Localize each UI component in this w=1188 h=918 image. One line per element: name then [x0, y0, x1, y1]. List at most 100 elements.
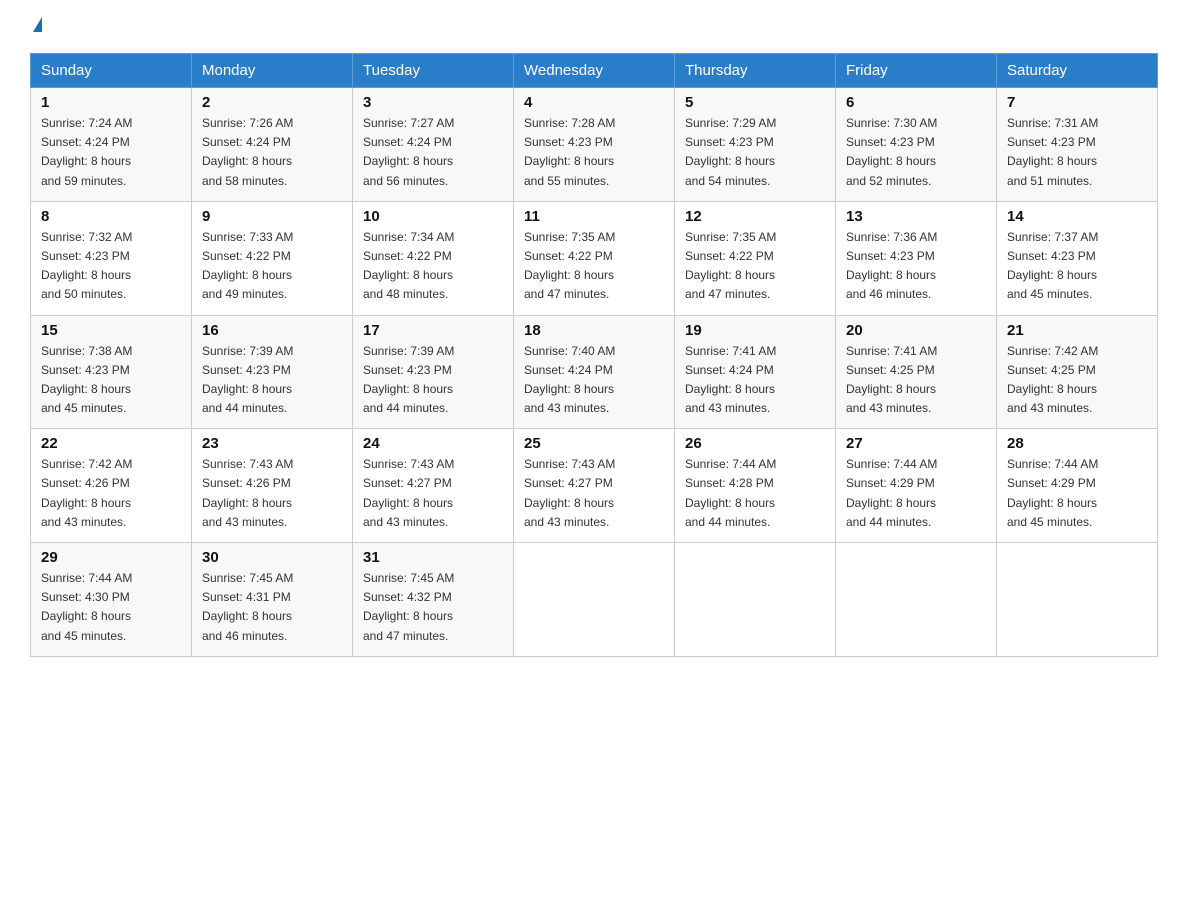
calendar-cell	[836, 543, 997, 657]
day-info: Sunrise: 7:44 AMSunset: 4:28 PMDaylight:…	[685, 455, 825, 532]
day-number: 8	[41, 208, 181, 225]
day-number: 29	[41, 549, 181, 566]
calendar-cell: 25 Sunrise: 7:43 AMSunset: 4:27 PMDayligh…	[514, 429, 675, 543]
calendar-cell	[675, 543, 836, 657]
day-number: 14	[1007, 208, 1147, 225]
day-number: 3	[363, 94, 503, 111]
day-number: 7	[1007, 94, 1147, 111]
calendar-cell: 2 Sunrise: 7:26 AMSunset: 4:24 PMDaylight…	[192, 88, 353, 202]
header-day-wednesday: Wednesday	[514, 54, 675, 88]
calendar-table: SundayMondayTuesdayWednesdayThursdayFrid…	[30, 53, 1158, 657]
day-info: Sunrise: 7:42 AMSunset: 4:25 PMDaylight:…	[1007, 342, 1147, 419]
day-number: 31	[363, 549, 503, 566]
calendar-cell: 22 Sunrise: 7:42 AMSunset: 4:26 PMDayligh…	[31, 429, 192, 543]
day-number: 17	[363, 322, 503, 339]
day-info: Sunrise: 7:39 AMSunset: 4:23 PMDaylight:…	[202, 342, 342, 419]
day-number: 19	[685, 322, 825, 339]
day-info: Sunrise: 7:44 AMSunset: 4:29 PMDaylight:…	[1007, 455, 1147, 532]
week-row-2: 8 Sunrise: 7:32 AMSunset: 4:23 PMDaylight…	[31, 201, 1158, 315]
calendar-cell: 30 Sunrise: 7:45 AMSunset: 4:31 PMDayligh…	[192, 543, 353, 657]
day-info: Sunrise: 7:32 AMSunset: 4:23 PMDaylight:…	[41, 228, 181, 305]
day-number: 13	[846, 208, 986, 225]
calendar-cell: 15Sunrise: 7:38 AMSunset: 4:23 PMDayligh…	[31, 315, 192, 429]
week-row-1: 1 Sunrise: 7:24 AMSunset: 4:24 PMDaylight…	[31, 88, 1158, 202]
day-number: 27	[846, 435, 986, 452]
calendar-cell: 27Sunrise: 7:44 AMSunset: 4:29 PMDayligh…	[836, 429, 997, 543]
calendar-cell: 8 Sunrise: 7:32 AMSunset: 4:23 PMDaylight…	[31, 201, 192, 315]
week-row-5: 29 Sunrise: 7:44 AMSunset: 4:30 PMDayligh…	[31, 543, 1158, 657]
day-info: Sunrise: 7:41 AMSunset: 4:25 PMDaylight:…	[846, 342, 986, 419]
day-info: Sunrise: 7:31 AMSunset: 4:23 PMDaylight:…	[1007, 114, 1147, 191]
day-info: Sunrise: 7:43 AMSunset: 4:27 PMDaylight:…	[524, 455, 664, 532]
week-row-4: 22 Sunrise: 7:42 AMSunset: 4:26 PMDayligh…	[31, 429, 1158, 543]
day-info: Sunrise: 7:27 AMSunset: 4:24 PMDaylight:…	[363, 114, 503, 191]
page-header	[30, 20, 1158, 35]
day-info: Sunrise: 7:45 AMSunset: 4:32 PMDaylight:…	[363, 569, 503, 646]
day-info: Sunrise: 7:41 AMSunset: 4:24 PMDaylight:…	[685, 342, 825, 419]
day-info: Sunrise: 7:44 AMSunset: 4:30 PMDaylight:…	[41, 569, 181, 646]
day-number: 26	[685, 435, 825, 452]
calendar-cell: 31 Sunrise: 7:45 AMSunset: 4:32 PMDayligh…	[353, 543, 514, 657]
header-day-monday: Monday	[192, 54, 353, 88]
day-number: 12	[685, 208, 825, 225]
day-number: 24	[363, 435, 503, 452]
logo	[30, 20, 42, 35]
header-day-sunday: Sunday	[31, 54, 192, 88]
header-day-thursday: Thursday	[675, 54, 836, 88]
day-number: 2	[202, 94, 342, 111]
day-info: Sunrise: 7:35 AMSunset: 4:22 PMDaylight:…	[685, 228, 825, 305]
calendar-cell	[514, 543, 675, 657]
day-number: 25	[524, 435, 664, 452]
day-number: 22	[41, 435, 181, 452]
day-info: Sunrise: 7:39 AMSunset: 4:23 PMDaylight:…	[363, 342, 503, 419]
day-info: Sunrise: 7:29 AMSunset: 4:23 PMDaylight:…	[685, 114, 825, 191]
day-info: Sunrise: 7:42 AMSunset: 4:26 PMDaylight:…	[41, 455, 181, 532]
day-number: 15	[41, 322, 181, 339]
day-info: Sunrise: 7:43 AMSunset: 4:27 PMDaylight:…	[363, 455, 503, 532]
calendar-cell: 20 Sunrise: 7:41 AMSunset: 4:25 PMDayligh…	[836, 315, 997, 429]
calendar-cell: 4 Sunrise: 7:28 AMSunset: 4:23 PMDaylight…	[514, 88, 675, 202]
day-number: 30	[202, 549, 342, 566]
day-number: 28	[1007, 435, 1147, 452]
day-info: Sunrise: 7:45 AMSunset: 4:31 PMDaylight:…	[202, 569, 342, 646]
day-info: Sunrise: 7:33 AMSunset: 4:22 PMDaylight:…	[202, 228, 342, 305]
day-number: 11	[524, 208, 664, 225]
day-info: Sunrise: 7:36 AMSunset: 4:23 PMDaylight:…	[846, 228, 986, 305]
day-info: Sunrise: 7:40 AMSunset: 4:24 PMDaylight:…	[524, 342, 664, 419]
header-day-friday: Friday	[836, 54, 997, 88]
day-info: Sunrise: 7:28 AMSunset: 4:23 PMDaylight:…	[524, 114, 664, 191]
calendar-cell: 14 Sunrise: 7:37 AMSunset: 4:23 PMDayligh…	[997, 201, 1158, 315]
day-number: 4	[524, 94, 664, 111]
day-info: Sunrise: 7:35 AMSunset: 4:22 PMDaylight:…	[524, 228, 664, 305]
day-number: 18	[524, 322, 664, 339]
day-number: 20	[846, 322, 986, 339]
day-number: 23	[202, 435, 342, 452]
calendar-cell: 17 Sunrise: 7:39 AMSunset: 4:23 PMDayligh…	[353, 315, 514, 429]
day-info: Sunrise: 7:24 AMSunset: 4:24 PMDaylight:…	[41, 114, 181, 191]
calendar-cell: 13 Sunrise: 7:36 AMSunset: 4:23 PMDayligh…	[836, 201, 997, 315]
day-number: 16	[202, 322, 342, 339]
day-info: Sunrise: 7:34 AMSunset: 4:22 PMDaylight:…	[363, 228, 503, 305]
day-number: 6	[846, 94, 986, 111]
day-number: 1	[41, 94, 181, 111]
calendar-cell: 11 Sunrise: 7:35 AMSunset: 4:22 PMDayligh…	[514, 201, 675, 315]
day-info: Sunrise: 7:30 AMSunset: 4:23 PMDaylight:…	[846, 114, 986, 191]
calendar-cell: 6 Sunrise: 7:30 AMSunset: 4:23 PMDaylight…	[836, 88, 997, 202]
calendar-cell: 9Sunrise: 7:33 AMSunset: 4:22 PMDaylight…	[192, 201, 353, 315]
day-info: Sunrise: 7:43 AMSunset: 4:26 PMDaylight:…	[202, 455, 342, 532]
calendar-cell: 24 Sunrise: 7:43 AMSunset: 4:27 PMDayligh…	[353, 429, 514, 543]
day-number: 5	[685, 94, 825, 111]
calendar-header: SundayMondayTuesdayWednesdayThursdayFrid…	[31, 54, 1158, 88]
day-info: Sunrise: 7:37 AMSunset: 4:23 PMDaylight:…	[1007, 228, 1147, 305]
logo-triangle-icon	[33, 17, 42, 32]
header-row: SundayMondayTuesdayWednesdayThursdayFrid…	[31, 54, 1158, 88]
calendar-body: 1 Sunrise: 7:24 AMSunset: 4:24 PMDaylight…	[31, 88, 1158, 657]
calendar-cell: 5 Sunrise: 7:29 AMSunset: 4:23 PMDaylight…	[675, 88, 836, 202]
calendar-cell: 7 Sunrise: 7:31 AMSunset: 4:23 PMDaylight…	[997, 88, 1158, 202]
calendar-cell: 28 Sunrise: 7:44 AMSunset: 4:29 PMDayligh…	[997, 429, 1158, 543]
day-info: Sunrise: 7:26 AMSunset: 4:24 PMDaylight:…	[202, 114, 342, 191]
calendar-cell: 1 Sunrise: 7:24 AMSunset: 4:24 PMDaylight…	[31, 88, 192, 202]
calendar-cell: 18 Sunrise: 7:40 AMSunset: 4:24 PMDayligh…	[514, 315, 675, 429]
header-day-saturday: Saturday	[997, 54, 1158, 88]
calendar-cell: 3 Sunrise: 7:27 AMSunset: 4:24 PMDaylight…	[353, 88, 514, 202]
